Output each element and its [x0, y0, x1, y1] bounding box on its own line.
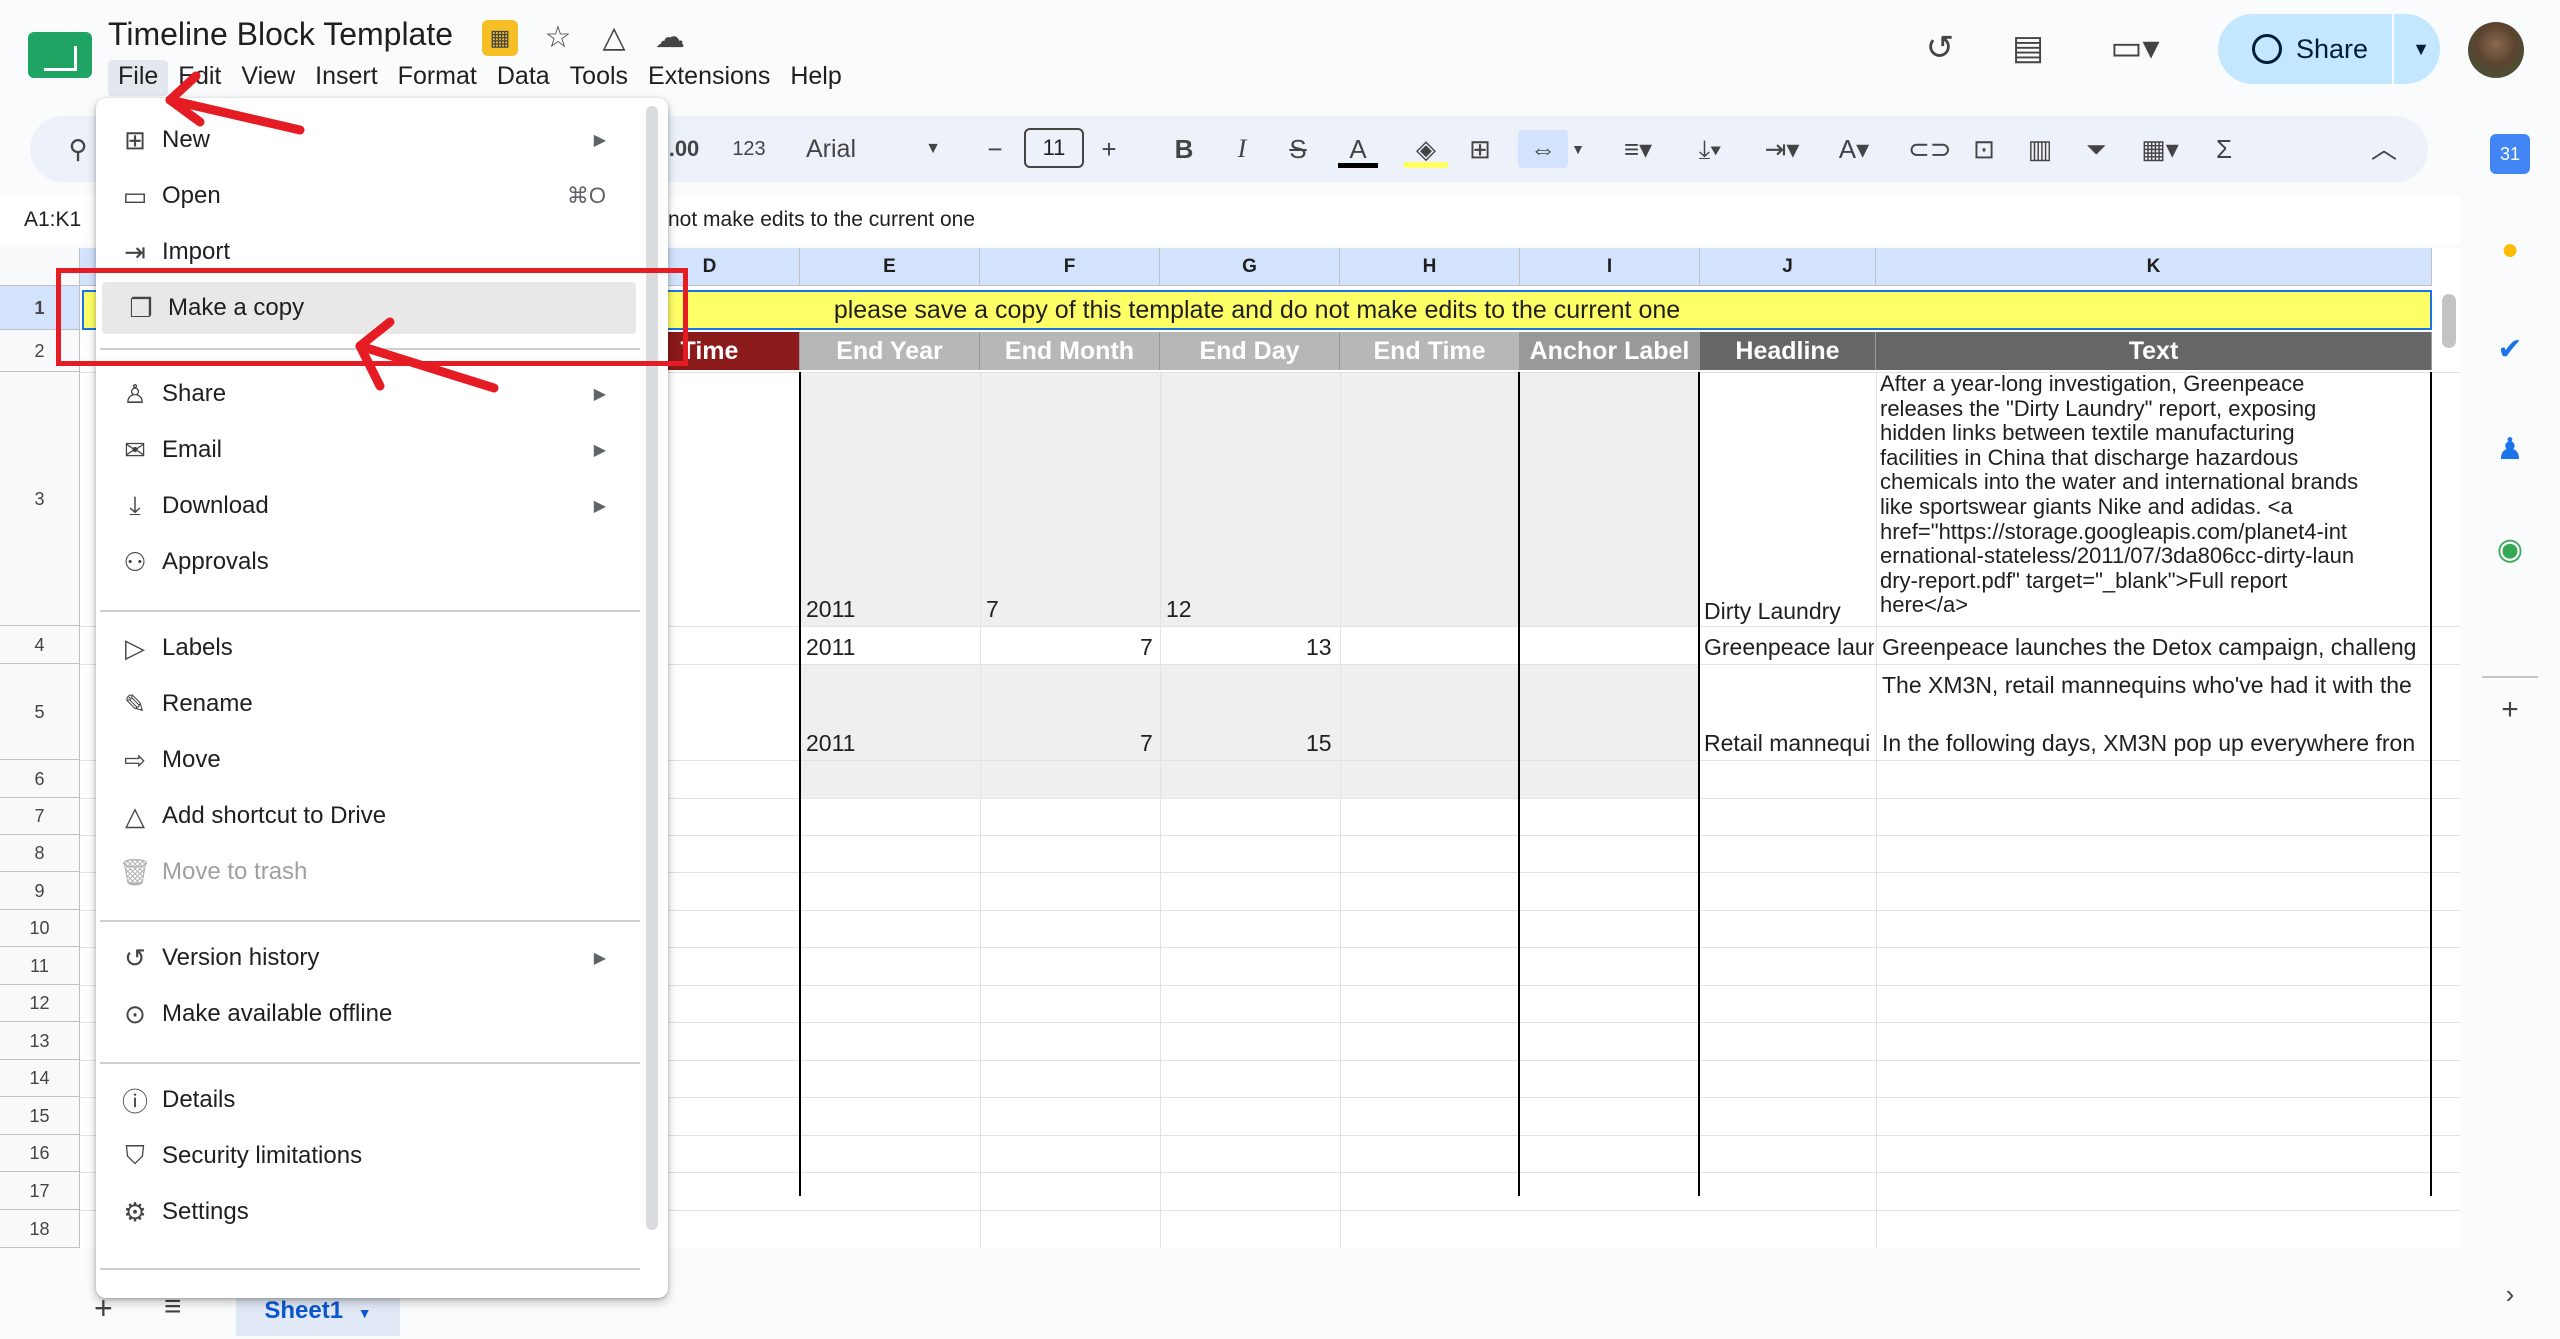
annotation-arrows — [165, 71, 499, 393]
